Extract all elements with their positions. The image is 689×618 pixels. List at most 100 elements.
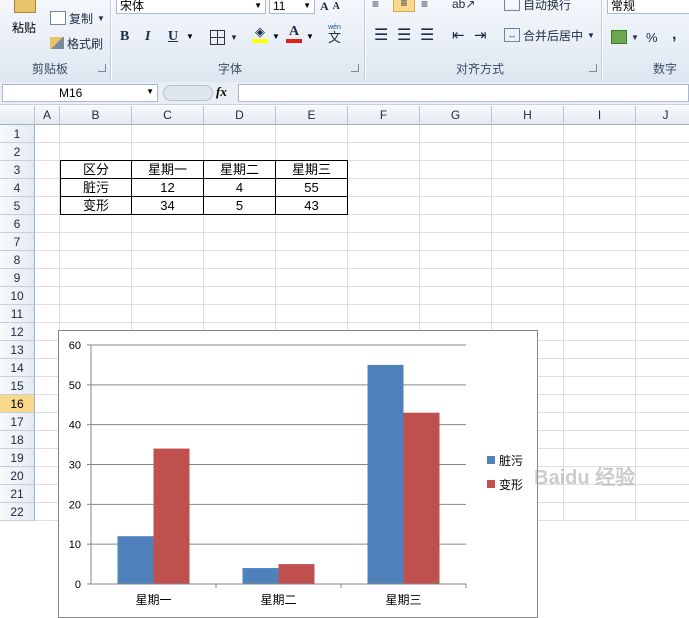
align-center-button[interactable]: ☰ bbox=[397, 25, 411, 45]
row-header-3[interactable]: 3 bbox=[0, 161, 35, 179]
format-painter-button[interactable]: 格式刷 bbox=[50, 33, 103, 53]
column-header-a[interactable]: A bbox=[35, 106, 60, 125]
table-header-cell[interactable]: 星期二 bbox=[204, 160, 276, 179]
orientation-button[interactable]: ab↗ bbox=[452, 0, 475, 14]
chevron-down-icon[interactable]: ▼ bbox=[306, 32, 314, 41]
table-cell[interactable]: 55 bbox=[276, 179, 348, 197]
column-header-c[interactable]: C bbox=[132, 106, 204, 125]
row-header-10[interactable]: 10 bbox=[0, 287, 35, 305]
align-right-button[interactable]: ☰ bbox=[420, 25, 434, 45]
ribbon: 粘贴 复制 ▼ 格式刷 剪贴板 宋体 ▼ 11 ▼ AA B I U ▼ ▼ ◈… bbox=[0, 0, 689, 83]
merge-center-button[interactable]: ↔ 合并后居中 ▼ bbox=[504, 25, 595, 45]
font-launcher-icon[interactable] bbox=[351, 64, 359, 72]
font-name-select[interactable]: 宋体 ▼ bbox=[116, 0, 266, 14]
name-box[interactable]: M16 ▼ bbox=[2, 84, 158, 102]
bold-button[interactable]: B bbox=[120, 27, 129, 47]
row-header-20[interactable]: 20 bbox=[0, 467, 35, 485]
insert-function-button[interactable]: fx bbox=[216, 84, 236, 102]
row-header-6[interactable]: 6 bbox=[0, 215, 35, 233]
table-header-cell[interactable]: 区分 bbox=[60, 160, 132, 179]
table-cell[interactable]: 脏污 bbox=[60, 179, 132, 197]
column-header-e[interactable]: E bbox=[276, 106, 348, 125]
align-bottom-button[interactable]: ≡ bbox=[421, 0, 437, 14]
align-middle-icon: ≡ bbox=[400, 0, 408, 10]
table-cell[interactable]: 43 bbox=[276, 197, 348, 215]
font-size-select[interactable]: 11 ▼ bbox=[269, 0, 315, 14]
chevron-down-icon[interactable]: ▼ bbox=[272, 32, 280, 41]
row-header-15[interactable]: 15 bbox=[0, 377, 35, 395]
row-header-2[interactable]: 2 bbox=[0, 143, 35, 161]
table-cell[interactable]: 4 bbox=[204, 179, 276, 197]
wrap-text-label: 自动换行 bbox=[523, 0, 572, 12]
column-header-h[interactable]: H bbox=[492, 106, 564, 125]
underline-button[interactable]: U bbox=[168, 27, 178, 47]
y-tick-label: 40 bbox=[69, 420, 81, 432]
decrease-indent-button[interactable]: ⇤ bbox=[452, 25, 465, 45]
paste-icon bbox=[14, 0, 36, 13]
comma-button[interactable]: , bbox=[672, 25, 676, 45]
row-header-18[interactable]: 18 bbox=[0, 431, 35, 449]
row-header-19[interactable]: 19 bbox=[0, 449, 35, 467]
percent-button[interactable]: % bbox=[646, 27, 658, 47]
table-header-cell[interactable]: 星期三 bbox=[276, 160, 348, 179]
column-header-f[interactable]: F bbox=[348, 106, 420, 125]
clipboard-launcher-icon[interactable] bbox=[98, 64, 106, 72]
row-header-8[interactable]: 8 bbox=[0, 251, 35, 269]
wrap-text-button[interactable]: 自动换行 bbox=[504, 0, 571, 14]
italic-button[interactable]: I bbox=[145, 27, 150, 47]
row-header-21[interactable]: 21 bbox=[0, 485, 35, 503]
formula-input[interactable] bbox=[238, 84, 689, 102]
paste-label: 粘贴 bbox=[12, 21, 37, 35]
row-header-13[interactable]: 13 bbox=[0, 341, 35, 359]
column-header-j[interactable]: J bbox=[636, 106, 689, 125]
increase-indent-icon: ⇥ bbox=[474, 27, 487, 44]
row-header-4[interactable]: 4 bbox=[0, 179, 35, 197]
row-header-1[interactable]: 1 bbox=[0, 125, 35, 143]
copy-button[interactable]: 复制 ▼ bbox=[50, 8, 105, 28]
shrink-font-icon: A bbox=[332, 0, 340, 12]
row-header-7[interactable]: 7 bbox=[0, 233, 35, 251]
number-format-select[interactable]: 常规 bbox=[607, 0, 689, 14]
table-cell[interactable]: 12 bbox=[132, 179, 204, 197]
brush-icon bbox=[50, 37, 64, 49]
number-format-value: 常规 bbox=[611, 0, 636, 13]
row-header-12[interactable]: 12 bbox=[0, 323, 35, 341]
chevron-down-icon: ▼ bbox=[303, 1, 311, 10]
row-header-9[interactable]: 9 bbox=[0, 269, 35, 287]
accounting-format-button[interactable]: ▼ bbox=[611, 27, 639, 47]
column-header-d[interactable]: D bbox=[204, 106, 276, 125]
column-header-i[interactable]: I bbox=[564, 106, 636, 125]
row-header-16[interactable]: 16 bbox=[0, 395, 35, 413]
select-all-corner[interactable] bbox=[0, 106, 35, 125]
align-left-button[interactable]: ☰ bbox=[374, 25, 388, 45]
copy-label: 复制 bbox=[69, 11, 94, 26]
phonetic-guide-button[interactable]: wén 文 bbox=[328, 24, 341, 44]
font-color-button[interactable]: A bbox=[286, 25, 302, 45]
row-header-14[interactable]: 14 bbox=[0, 359, 35, 377]
fill-color-button[interactable]: ◈ bbox=[252, 25, 268, 45]
align-top-button[interactable]: ≡ bbox=[372, 0, 388, 14]
increase-indent-button[interactable]: ⇥ bbox=[474, 25, 487, 45]
grow-font-button[interactable]: AA bbox=[320, 0, 340, 16]
row-header-5[interactable]: 5 bbox=[0, 197, 35, 215]
column-header-b[interactable]: B bbox=[60, 106, 132, 125]
paste-button[interactable]: 粘贴 bbox=[4, 0, 42, 46]
clustered-column-chart[interactable]: 0 10 20 30 40 50 60 星期一 星期二 星期三 脏污 变形 bbox=[58, 330, 538, 618]
format-painter-label: 格式刷 bbox=[67, 36, 104, 51]
clipboard-group-label: 剪贴板 bbox=[31, 62, 68, 76]
column-header-g[interactable]: G bbox=[420, 106, 492, 125]
formula-bar-splitter[interactable] bbox=[163, 85, 213, 101]
chevron-down-icon[interactable]: ▼ bbox=[186, 32, 194, 41]
table-cell[interactable]: 5 bbox=[204, 197, 276, 215]
name-box-value: M16 bbox=[59, 86, 83, 100]
row-header-22[interactable]: 22 bbox=[0, 503, 35, 521]
worksheet-grid[interactable]: ABCDEFGHIJ 1 2 3 4 5 6 7 8 9 10 11 12 13 14 15 16 17 18 19… bbox=[0, 106, 689, 618]
row-header-17[interactable]: 17 bbox=[0, 413, 35, 431]
align-middle-button[interactable]: ≡ bbox=[393, 0, 415, 12]
table-cell[interactable]: 变形 bbox=[60, 197, 132, 215]
alignment-launcher-icon[interactable] bbox=[589, 64, 597, 72]
row-header-11[interactable]: 11 bbox=[0, 305, 35, 323]
table-header-cell[interactable]: 星期一 bbox=[132, 160, 204, 179]
borders-button[interactable]: ▼ bbox=[210, 27, 238, 47]
table-cell[interactable]: 34 bbox=[132, 197, 204, 215]
